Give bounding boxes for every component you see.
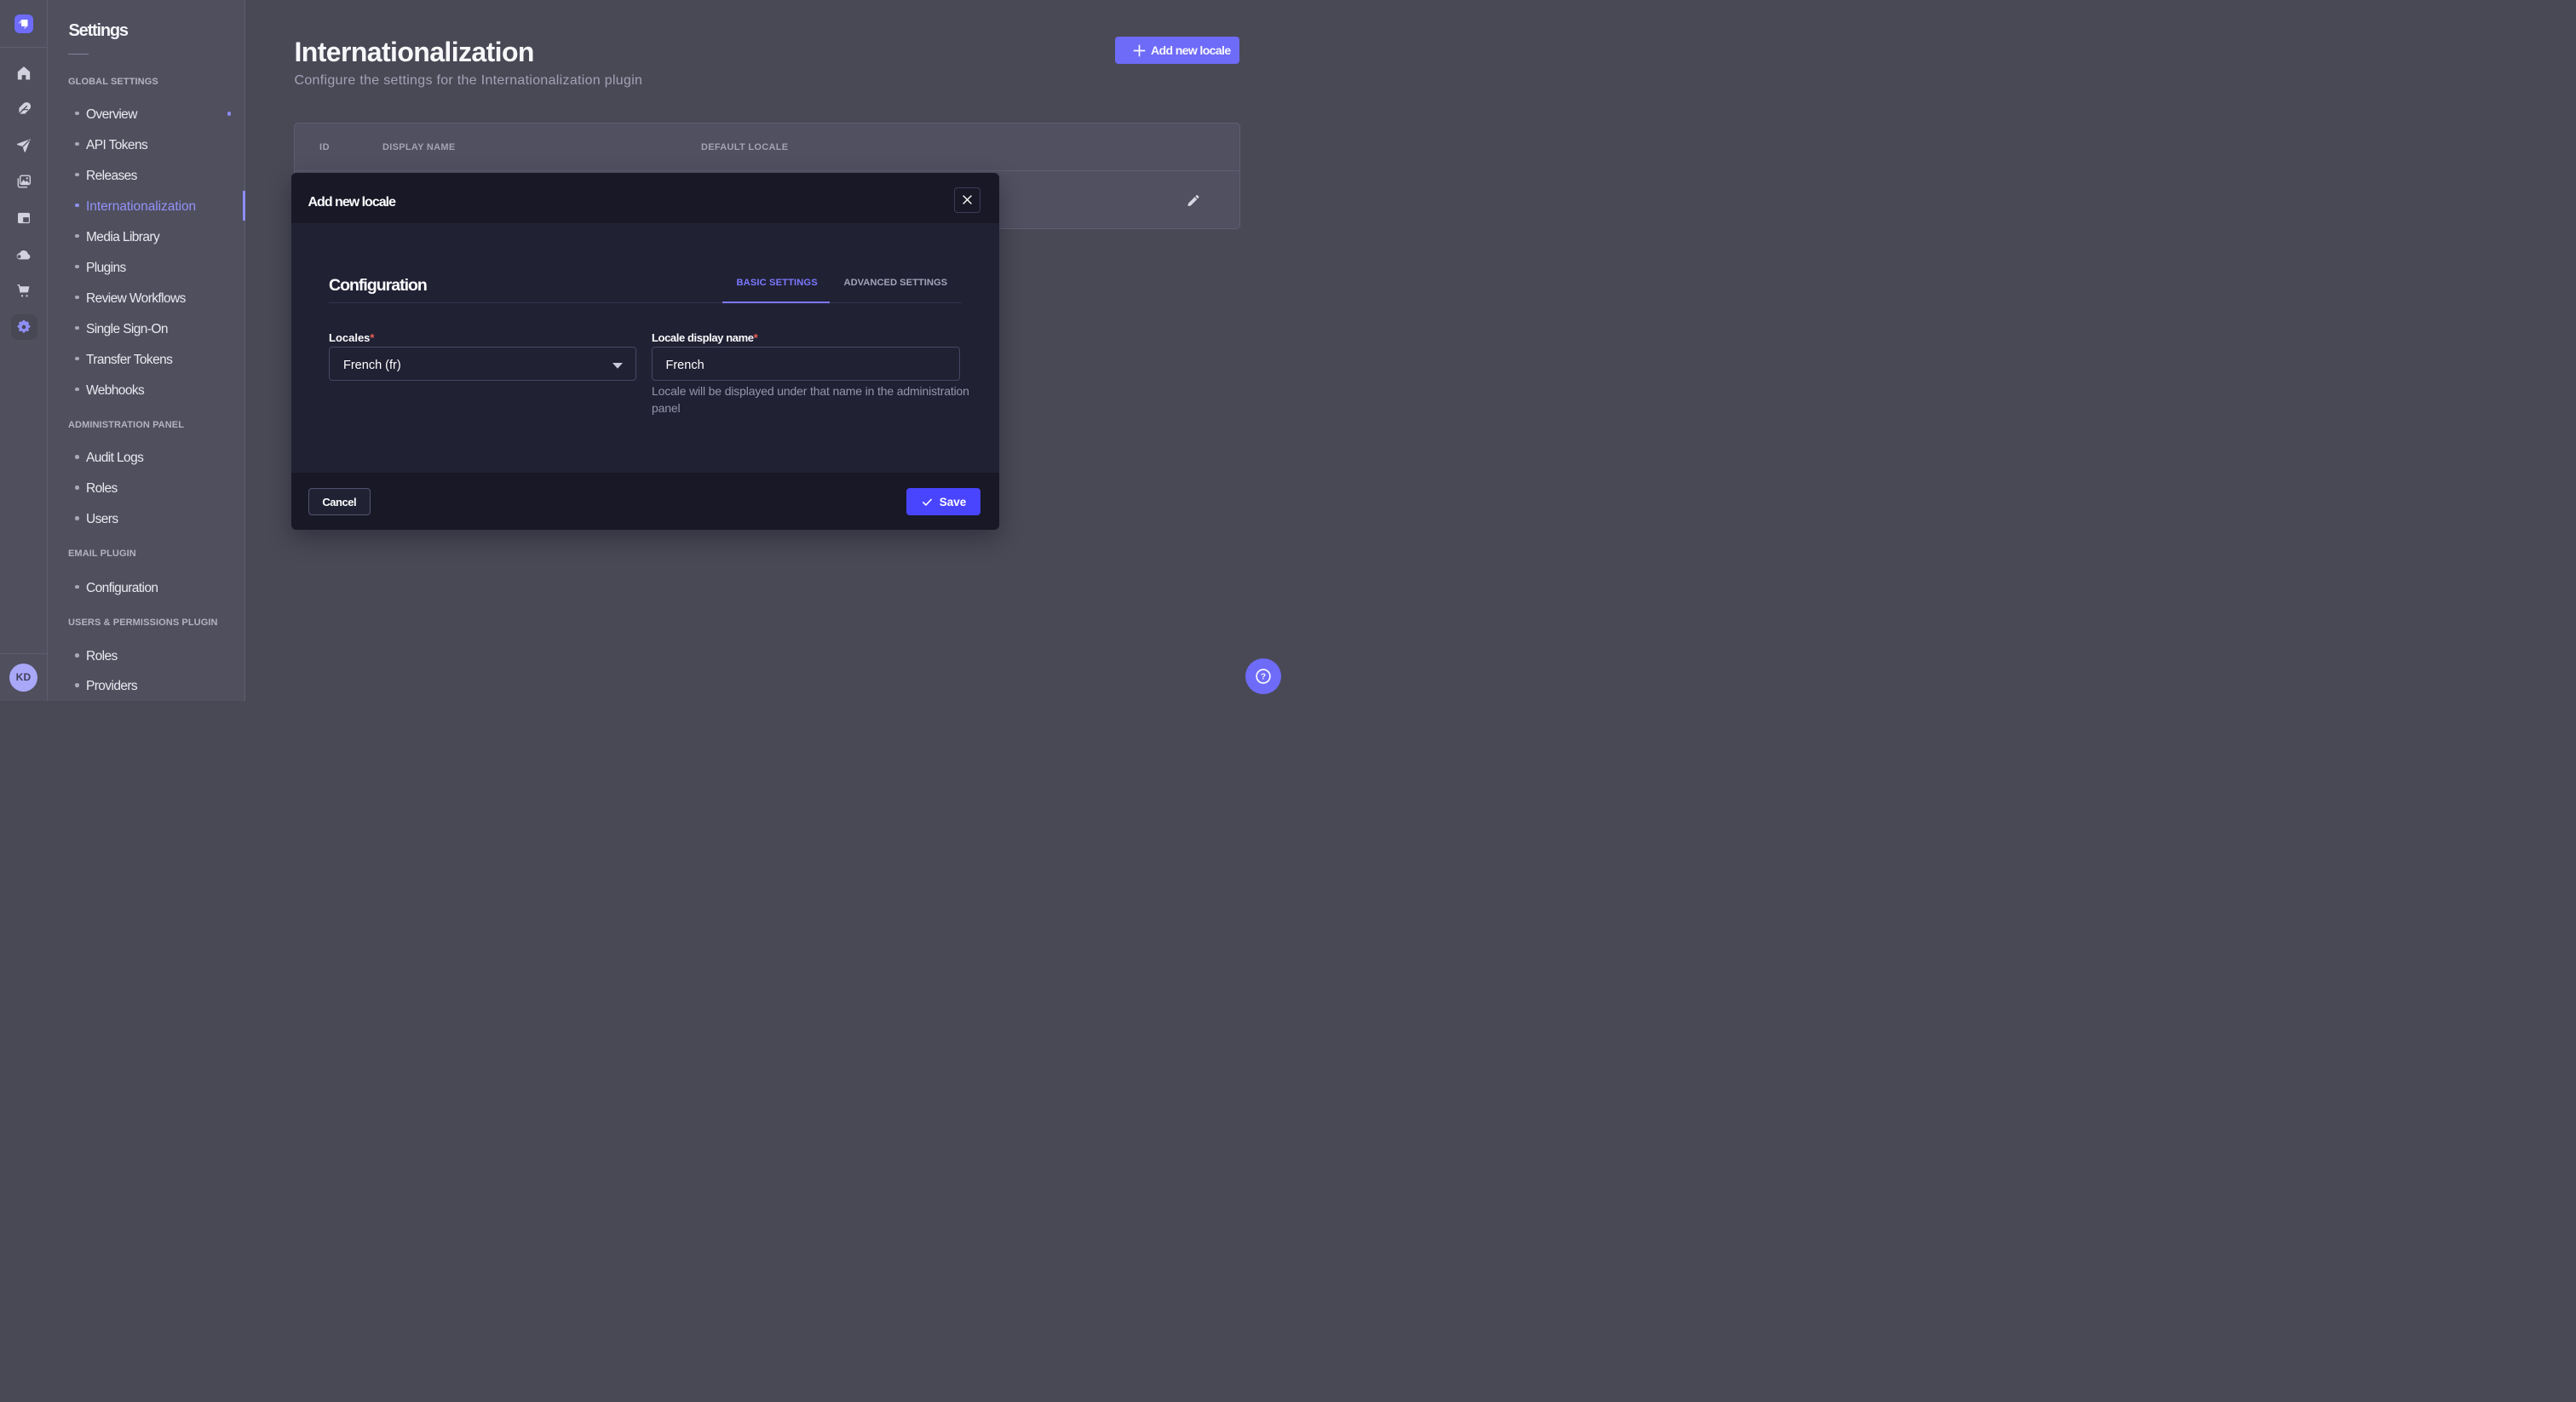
svg-text:?: ? (1261, 672, 1266, 681)
